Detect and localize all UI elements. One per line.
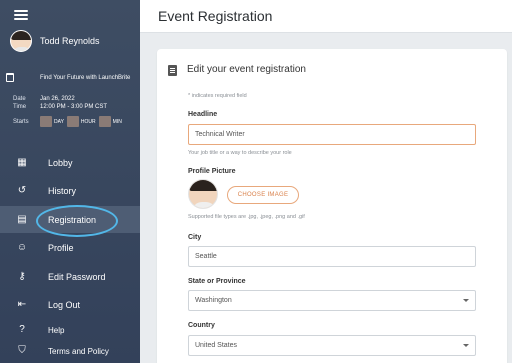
user-info: Todd Reynolds xyxy=(10,30,100,52)
countdown: DAY HOUR MIN xyxy=(40,116,125,127)
highlight-circle xyxy=(36,205,118,237)
starts-label: Starts xyxy=(13,119,29,125)
required-note: * indicates required field xyxy=(188,93,247,99)
choose-image-button[interactable]: CHOOSE IMAGE xyxy=(227,186,299,204)
sidebar-item-log-out[interactable]: ⇤ Log Out xyxy=(0,291,140,318)
countdown-hour-box xyxy=(66,116,79,127)
sidebar-item-label: Terms and Policy xyxy=(48,346,109,356)
sidebar-item-label: Profile xyxy=(48,242,74,253)
chevron-down-icon xyxy=(463,344,469,347)
date-value: Jan 26, 2022 xyxy=(40,96,75,102)
top-bar: Event Registration xyxy=(140,0,512,33)
registration-card: Edit your event registration * indicates… xyxy=(157,49,507,363)
avatar xyxy=(10,30,32,52)
country-value: United States xyxy=(195,342,238,349)
city-label: City xyxy=(188,234,202,241)
chevron-down-icon xyxy=(463,299,469,302)
state-value: Washington xyxy=(195,297,232,304)
country-select[interactable]: United States xyxy=(188,335,476,356)
headline-input[interactable]: Technical Writer xyxy=(188,124,476,145)
time-label: Time xyxy=(13,104,27,110)
sidebar-item-edit-password[interactable]: ⚷ Edit Password xyxy=(0,263,140,290)
event-title: Find Your Future with LaunchBrite xyxy=(40,75,131,81)
countdown-min-box xyxy=(98,116,111,127)
sidebar-item-terms[interactable]: ⛉ Terms and Policy xyxy=(0,340,140,362)
sidebar-item-label: History xyxy=(48,185,77,196)
countdown-min-label: MIN xyxy=(112,118,122,125)
sidebar-item-profile[interactable]: ☺ Profile xyxy=(0,234,140,261)
sidebar: Todd Reynolds Find Your Future with Laun… xyxy=(0,0,140,363)
history-icon: ↺ xyxy=(17,184,27,196)
time-value: 12:00 PM - 3:00 PM CST xyxy=(40,104,108,110)
picture-helper: Supported file types are .jpg, .jpeg, .p… xyxy=(188,214,305,220)
help-icon: ? xyxy=(19,324,25,335)
countdown-hour-label: HOUR xyxy=(80,118,96,125)
city-input[interactable]: Seattle xyxy=(188,246,476,267)
logout-icon: ⇤ xyxy=(17,298,27,310)
sidebar-item-lobby[interactable]: ▦ Lobby xyxy=(0,149,140,176)
sidebar-item-label: Lobby xyxy=(48,157,73,168)
card-title: Edit your event registration xyxy=(187,64,306,75)
profile-picture xyxy=(188,179,218,209)
state-select[interactable]: Washington xyxy=(188,290,476,311)
clipboard-icon: ▤ xyxy=(17,213,27,225)
clipboard-icon xyxy=(168,65,177,76)
headline-label: Headline xyxy=(188,111,218,118)
key-icon: ⚷ xyxy=(18,270,26,282)
shield-icon: ⛉ xyxy=(18,345,26,356)
lobby-icon: ▦ xyxy=(17,156,27,168)
sidebar-item-label: Edit Password xyxy=(48,271,106,282)
country-label: Country xyxy=(188,322,215,329)
user-name: Todd Reynolds xyxy=(40,36,100,46)
sidebar-item-label: Log Out xyxy=(48,299,81,310)
headline-helper: Your job title or a way to describe your… xyxy=(188,150,292,156)
date-label: Date xyxy=(13,96,26,102)
sidebar-item-help[interactable]: ? Help xyxy=(0,318,140,342)
page-title: Event Registration xyxy=(158,8,273,24)
sidebar-item-history[interactable]: ↺ History xyxy=(0,177,140,204)
calendar-icon xyxy=(6,73,14,82)
countdown-day-box xyxy=(40,116,52,127)
profile-picture-label: Profile Picture xyxy=(188,168,236,175)
hamburger-menu-icon[interactable] xyxy=(14,10,28,20)
sidebar-item-label: Help xyxy=(48,325,65,335)
profile-icon: ☺ xyxy=(16,241,28,253)
countdown-day-label: DAY xyxy=(54,118,64,125)
state-label: State or Province xyxy=(188,278,246,285)
